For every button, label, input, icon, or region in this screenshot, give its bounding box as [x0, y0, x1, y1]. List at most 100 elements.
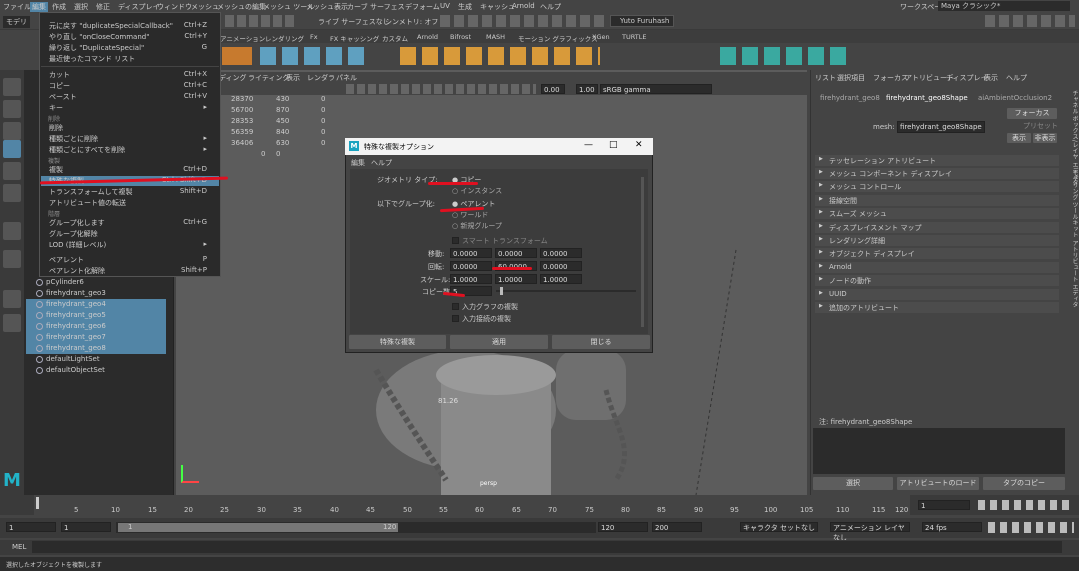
section-tangent-space[interactable]: 接線空間: [815, 195, 1059, 206]
outliner-item[interactable]: defaultObjectSet: [26, 365, 166, 376]
smart-transform-checkbox[interactable]: [452, 237, 459, 244]
outliner-item[interactable]: firehydrant_geo6: [26, 321, 166, 332]
section-uuid[interactable]: UUID: [815, 289, 1059, 300]
ae-menu-display[interactable]: ディスプレイ: [946, 73, 988, 83]
menu-create[interactable]: 作成: [52, 2, 66, 12]
duplicate-input-graph-checkbox[interactable]: [452, 303, 459, 310]
menu-display[interactable]: ディスプレイ: [118, 2, 160, 12]
edit-mesh-icons[interactable]: [720, 47, 850, 65]
workspace-select[interactable]: Maya クラシック*: [938, 1, 1070, 11]
tab-fx[interactable]: Fx: [310, 33, 318, 41]
start-time-field[interactable]: 1: [6, 522, 56, 532]
rotate-tool-icon[interactable]: [3, 162, 21, 180]
scale-tool-icon[interactable]: [3, 184, 21, 202]
mel-label[interactable]: MEL: [12, 543, 26, 551]
menu-item-repeat[interactable]: 繰り返し "DuplicateSpecial" G: [49, 43, 219, 53]
menu-mesh[interactable]: メッシュ: [191, 2, 219, 12]
preset-button[interactable]: プリセット: [1023, 121, 1058, 131]
tab-rendering[interactable]: レンダリング: [265, 33, 304, 43]
tab-xgen[interactable]: XGen: [592, 33, 610, 41]
layout-single-icon[interactable]: [3, 222, 21, 240]
dialog-title-bar[interactable]: M 特殊な複製オプション — □ ✕: [345, 138, 653, 155]
menu-item-copy[interactable]: コピー Ctrl+C: [49, 81, 219, 91]
mode-select[interactable]: モデリ: [3, 16, 30, 28]
exposure-field[interactable]: 0.00: [541, 84, 565, 94]
primitive-icons[interactable]: [260, 47, 370, 65]
menu-modify[interactable]: 修正: [96, 2, 110, 12]
show-button[interactable]: 表示: [1007, 133, 1031, 143]
layout-two-icon[interactable]: [3, 290, 21, 308]
menu-uv[interactable]: UV: [440, 2, 450, 10]
move-tool-icon[interactable]: [3, 140, 21, 158]
menu-item-delete[interactable]: 削除: [49, 123, 219, 133]
section-node-behavior[interactable]: ノードの動作: [815, 275, 1059, 286]
selection-mask-icons[interactable]: [225, 15, 295, 27]
focus-button[interactable]: フォーカス: [1007, 108, 1057, 119]
anim-layer-select[interactable]: アニメーション レイヤなし: [830, 522, 910, 542]
tab-animation[interactable]: アニメーション: [220, 33, 265, 43]
menu-generate[interactable]: 生成: [458, 2, 472, 12]
menu-item-redo[interactable]: やり直し "onCloseCommand" Ctrl+Y: [49, 32, 219, 42]
mesh-name-field[interactable]: firehydrant_geo8Shape: [897, 121, 985, 133]
mesh-tool-icons[interactable]: [400, 47, 600, 65]
character-set-select[interactable]: キャラクタ セットなし: [740, 522, 818, 532]
menu-file[interactable]: ファイル: [3, 2, 31, 12]
current-frame-field[interactable]: 1: [918, 500, 970, 510]
outliner-item[interactable]: firehydrant_geo5: [26, 310, 166, 321]
vp-menu-panels[interactable]: パネル: [336, 73, 357, 83]
dialog-menu-edit[interactable]: 編集: [351, 158, 365, 168]
rotate-x[interactable]: 0.0000: [450, 261, 492, 271]
select-tool-icon[interactable]: [3, 78, 21, 96]
vp-menu-lighting[interactable]: ライティング: [248, 73, 289, 83]
render-icons[interactable]: [440, 15, 605, 27]
outliner-item[interactable]: firehydrant_geo3: [26, 288, 166, 299]
ae-tab-transform[interactable]: firehydrant_geo8: [820, 94, 880, 102]
section-object-display[interactable]: オブジェクト ディスプレイ: [815, 248, 1059, 259]
menu-edit[interactable]: 編集: [30, 2, 48, 12]
menu-item-lod[interactable]: LOD (詳細レベル) ▸: [49, 240, 219, 250]
gamma-field[interactable]: 1.00: [576, 84, 598, 94]
menu-help[interactable]: ヘルプ: [540, 2, 561, 12]
playback-option-icons[interactable]: [988, 522, 1074, 533]
notes-area[interactable]: [813, 428, 1065, 474]
menu-curves[interactable]: カーブ: [347, 2, 368, 12]
command-input[interactable]: [32, 541, 1062, 553]
time-track[interactable]: [34, 495, 910, 515]
duplicate-input-connections-checkbox[interactable]: [452, 315, 459, 322]
side-tab-attribute-editor[interactable]: アトリビュート エディタ: [1070, 240, 1079, 308]
playback-end-field[interactable]: 120: [598, 522, 648, 532]
ae-menu-show[interactable]: 表示: [984, 73, 998, 83]
symmetry-setting[interactable]: シンメトリ: オフ: [385, 17, 438, 27]
translate-z[interactable]: 0.0000: [540, 248, 582, 258]
tab-fx-caching[interactable]: FX キャッシング: [330, 33, 379, 43]
tab-bifrost[interactable]: Bifrost: [450, 33, 471, 41]
maximize-icon[interactable]: □: [609, 140, 618, 150]
section-tessellation[interactable]: テッセレーション アトリビュート: [815, 155, 1059, 166]
section-arnold[interactable]: Arnold: [815, 262, 1059, 273]
ae-menu-focus[interactable]: フォーカス: [873, 73, 908, 83]
viewport-icons[interactable]: [346, 84, 536, 94]
vp-menu-renderer[interactable]: レンダラ: [307, 73, 335, 83]
playback-start-field[interactable]: 1: [61, 522, 111, 532]
section-displacement-map[interactable]: ディスプレイスメント マップ: [815, 222, 1059, 233]
menu-item-duplicate-with-transform[interactable]: トランスフォームして複製 Shift+D: [49, 187, 219, 197]
side-tab-modeling-toolkit[interactable]: モデリング ツールキット: [1070, 170, 1079, 238]
menu-item-group[interactable]: グループ化します Ctrl+G: [49, 218, 219, 228]
range-slider[interactable]: 1 120: [116, 522, 596, 533]
playback-controls-icons[interactable]: [978, 500, 1074, 510]
scale-x[interactable]: 1.0000: [450, 274, 492, 284]
load-attributes-button[interactable]: アトリビュートのロード: [897, 477, 979, 490]
close-icon[interactable]: ✕: [635, 140, 643, 150]
panel-toggle-icons[interactable]: [985, 15, 1075, 27]
user-account[interactable]: Yuto Furuhash: [610, 15, 674, 27]
live-surface[interactable]: ライブ サーフェスなし: [318, 17, 390, 27]
tab-arnold[interactable]: Arnold: [417, 33, 438, 41]
menu-item-parent[interactable]: ペアレント P: [49, 255, 219, 265]
vp-menu-shading[interactable]: ディング: [219, 73, 247, 83]
menu-item-undo[interactable]: 元に戻す "duplicateSpecialCallback" Ctrl+Z: [49, 21, 219, 31]
menu-item-unparent[interactable]: ペアレント化解除 Shift+P: [49, 266, 219, 276]
ae-menu-help[interactable]: ヘルプ: [1006, 73, 1027, 83]
rotate-z[interactable]: 0.0000: [540, 261, 582, 271]
menu-item-ungroup[interactable]: グループ化解除: [49, 229, 219, 239]
paint-select-icon[interactable]: [3, 122, 21, 140]
